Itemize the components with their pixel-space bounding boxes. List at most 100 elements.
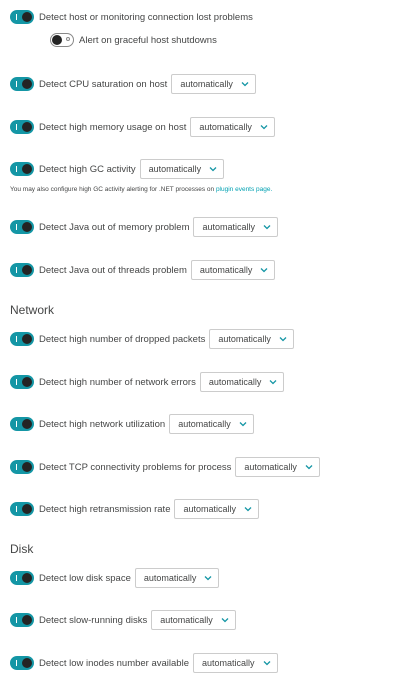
cpu-saturation-select[interactable]: automatically [171,74,256,94]
slow-disks-label: Detect slow-running disks [39,614,148,626]
low-inodes-toggle[interactable] [10,656,34,670]
low-inodes-select[interactable]: automatically [192,653,278,673]
java-oom-toggle[interactable] [10,220,34,234]
java-threads-label: Detect Java out of threads problem [39,264,187,276]
memory-usage-toggle[interactable] [10,120,34,134]
toggle-knob [22,334,32,344]
connection-lost-row: Detect host or monitoring connection los… [10,6,253,28]
tcp-connectivity-label: Detect TCP connectivity problems for pro… [39,461,232,473]
toggle-knob [22,658,32,668]
slow-disks-select[interactable]: automatically [151,610,236,630]
low-disk-space-label: Detect low disk space [39,572,131,584]
toggle-knob [22,573,32,583]
network-errors-row: Detect high number of network errors aut… [10,371,285,393]
network-utilization-select[interactable]: automatically [169,414,254,434]
chevron-down-icon [221,618,229,623]
chevron-down-icon [263,225,271,230]
java-threads-select[interactable]: automatically [190,260,276,280]
toggle-on-indicator [16,421,17,427]
cpu-saturation-toggle[interactable] [10,77,34,91]
network-errors-label: Detect high number of network errors [39,376,196,388]
low-inodes-label: Detect low inodes number available [39,657,189,669]
retransmission-select[interactable]: automatically [174,499,260,519]
cpu-saturation-label: Detect CPU saturation on host [39,78,168,90]
network-utilization-row: Detect high network utilization automati… [10,413,254,435]
select-value: automatically [160,615,213,625]
graceful-shutdown-toggle[interactable] [50,33,74,47]
dropped-packets-select[interactable]: automatically [209,329,294,349]
graceful-shutdown-label: Alert on graceful host shutdowns [79,34,217,46]
toggle-on-indicator [16,575,17,581]
toggle-on-indicator [16,124,17,130]
gc-activity-note: You may also configure high GC activity … [10,186,272,193]
toggle-knob [22,12,32,22]
select-value: automatically [143,573,197,583]
chevron-down-icon [263,661,270,666]
low-inodes-row: Detect low inodes number available autom… [10,652,278,674]
gc-activity-label: Detect high GC activity [39,163,136,175]
java-oom-label: Detect Java out of memory problem [39,221,190,233]
chevron-down-icon [241,82,249,87]
connection-lost-toggle[interactable] [10,10,34,24]
low-disk-space-toggle[interactable] [10,571,34,585]
toggle-on-indicator [16,464,17,470]
chevron-down-icon [239,422,247,427]
tcp-connectivity-select[interactable]: automatically [235,457,320,477]
toggle-knob [22,504,32,514]
network-section-title: Network [10,303,55,317]
toggle-on-indicator [16,506,17,512]
toggle-on-indicator [16,81,17,87]
tcp-connectivity-row: Detect TCP connectivity problems for pro… [10,456,320,478]
disk-section-title: Disk [10,542,34,556]
chevron-down-icon [209,167,217,172]
chevron-down-icon [305,465,313,470]
gc-activity-select[interactable]: automatically [139,159,225,179]
memory-usage-label: Detect high memory usage on host [39,121,187,133]
slow-disks-toggle[interactable] [10,613,34,627]
toggle-on-indicator [16,336,17,342]
dropped-packets-toggle[interactable] [10,332,34,346]
chevron-down-icon [260,268,268,273]
select-value: automatically [202,222,256,232]
select-value: automatically [244,462,297,472]
toggle-knob [22,79,32,89]
toggle-on-indicator [16,660,17,666]
java-threads-row: Detect Java out of threads problem autom… [10,259,276,281]
retransmission-toggle[interactable] [10,502,34,516]
dropped-packets-row: Detect high number of dropped packets au… [10,328,294,350]
select-value: automatically [218,334,271,344]
toggle-knob [22,615,32,625]
tcp-connectivity-toggle[interactable] [10,460,34,474]
gc-activity-toggle[interactable] [10,162,34,176]
toggle-knob [22,462,32,472]
low-disk-space-row: Detect low disk space automatically [10,567,220,589]
memory-usage-row: Detect high memory usage on host automat… [10,116,275,138]
select-value: automatically [201,658,255,668]
chevron-down-icon [269,380,277,385]
select-value: automatically [183,504,237,514]
toggle-knob [22,222,32,232]
connection-lost-label: Detect host or monitoring connection los… [39,11,253,23]
dropped-packets-label: Detect high number of dropped packets [39,333,206,345]
toggle-on-indicator [16,166,17,172]
toggle-on-indicator [16,267,17,273]
toggle-off-indicator [66,37,70,41]
java-oom-select[interactable]: automatically [193,217,279,237]
chevron-down-icon [279,337,287,342]
chevron-down-icon [204,576,212,581]
network-errors-toggle[interactable] [10,375,34,389]
gc-activity-row: Detect high GC activity automatically [10,158,225,180]
toggle-knob [22,377,32,387]
java-threads-toggle[interactable] [10,263,34,277]
toggle-on-indicator [16,379,17,385]
gc-note-text: You may also configure high GC activity … [10,186,216,193]
network-errors-select[interactable]: automatically [199,372,285,392]
toggle-knob [22,265,32,275]
java-oom-row: Detect Java out of memory problem automa… [10,216,279,238]
plugin-events-link[interactable]: plugin events page. [216,186,272,193]
low-disk-space-select[interactable]: automatically [134,568,220,588]
slow-disks-row: Detect slow-running disks automatically [10,609,236,631]
network-utilization-toggle[interactable] [10,417,34,431]
memory-usage-select[interactable]: automatically [190,117,275,137]
chevron-down-icon [244,507,252,512]
